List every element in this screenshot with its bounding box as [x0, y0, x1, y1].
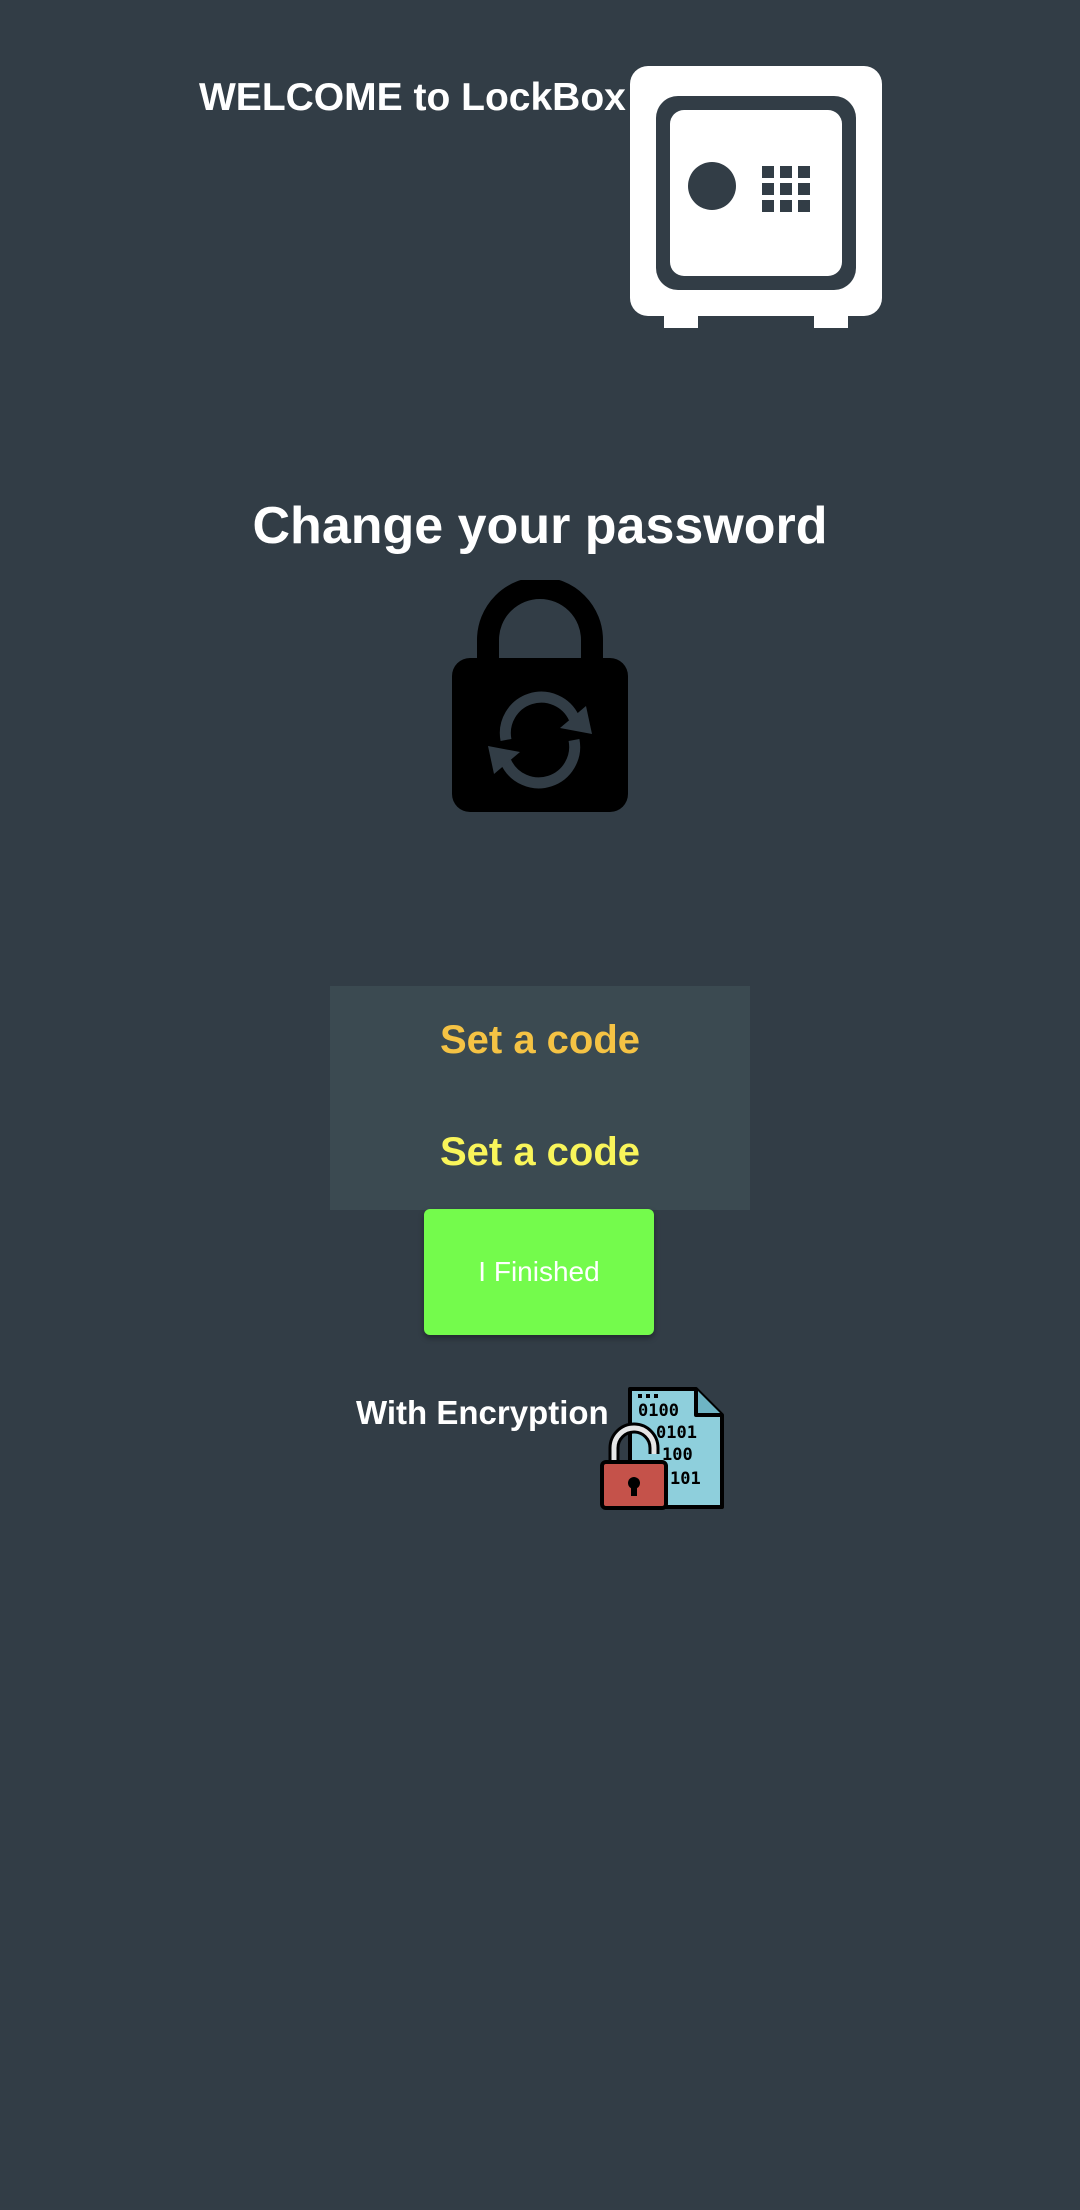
svg-text:0100: 0100: [638, 1401, 679, 1421]
code-entry-panel: [330, 986, 750, 1210]
welcome-heading: WELCOME to LockBox: [199, 76, 626, 119]
confirm-code-input[interactable]: [330, 1122, 750, 1182]
encrypted-file-unlock-icon: 0100 0101 100 101: [600, 1387, 724, 1510]
svg-text:101: 101: [670, 1469, 701, 1489]
page-title: Change your password: [252, 497, 828, 555]
set-code-input[interactable]: [330, 1010, 750, 1070]
encryption-label: With Encryption: [356, 1394, 609, 1431]
safe-icon: [630, 66, 882, 328]
svg-text:0101: 0101: [656, 1423, 697, 1443]
svg-text:100: 100: [662, 1445, 693, 1465]
finished-button[interactable]: I Finished: [424, 1209, 654, 1335]
lock-refresh-icon: [452, 580, 628, 812]
